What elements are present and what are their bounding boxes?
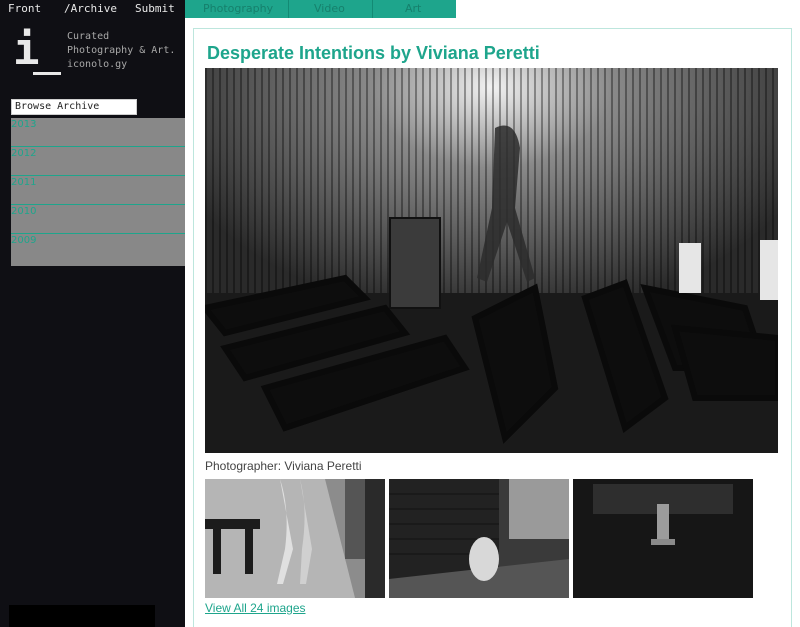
archive-year-list: 2013 2012 2011 2010 2009	[11, 118, 185, 266]
logo-underscore	[33, 72, 61, 75]
site-logo[interactable]: i	[13, 28, 40, 72]
browse-archive-button[interactable]: Browse Archive	[11, 99, 137, 115]
tagline-line-1: Curated	[67, 31, 110, 42]
view-all-images-link[interactable]: View All 24 images	[205, 601, 306, 615]
tagline-line-2: Photography & Art.	[67, 45, 176, 56]
nav-art-tab[interactable]: Art	[373, 0, 456, 18]
tagline-line-3[interactable]: iconolo.gy	[67, 58, 175, 72]
nav-front-link[interactable]: Front	[0, 0, 59, 18]
main-photo-image	[205, 68, 778, 453]
photo-caption: Photographer: Viviana Peretti	[205, 459, 362, 473]
post-title[interactable]: Desperate Intentions by Viviana Peretti	[207, 42, 540, 64]
archive-year-2012[interactable]: 2012	[11, 147, 185, 176]
nav-video-tab[interactable]: Video	[289, 0, 373, 18]
site-tagline: Curated Photography & Art. iconolo.gy	[67, 30, 175, 72]
sidebar: i Curated Photography & Art. iconolo.gy …	[0, 18, 185, 627]
archive-year-2009[interactable]: 2009	[11, 234, 185, 263]
thumbnail-3-image	[573, 479, 753, 598]
thumbnail-2-image	[389, 479, 569, 598]
top-nav: Front /Archive Submit Photography Video …	[0, 0, 456, 18]
archive-year-2010[interactable]: 2010	[11, 205, 185, 234]
main-photo[interactable]	[205, 68, 778, 453]
nav-archive-link[interactable]: /Archive	[59, 0, 127, 18]
thumbnail-3[interactable]	[573, 479, 753, 598]
sidebar-footer-block	[9, 605, 155, 627]
thumbnail-1-image	[205, 479, 385, 598]
nav-submit-link[interactable]: Submit	[127, 0, 185, 18]
thumbnail-2[interactable]	[389, 479, 569, 598]
thumbnail-1[interactable]	[205, 479, 385, 598]
primary-nav: Front /Archive Submit	[0, 0, 185, 18]
category-nav: Photography Video Art	[185, 0, 456, 18]
archive-year-2013[interactable]: 2013	[11, 118, 185, 147]
nav-photography-tab[interactable]: Photography	[185, 0, 289, 18]
archive-year-2011[interactable]: 2011	[11, 176, 185, 205]
